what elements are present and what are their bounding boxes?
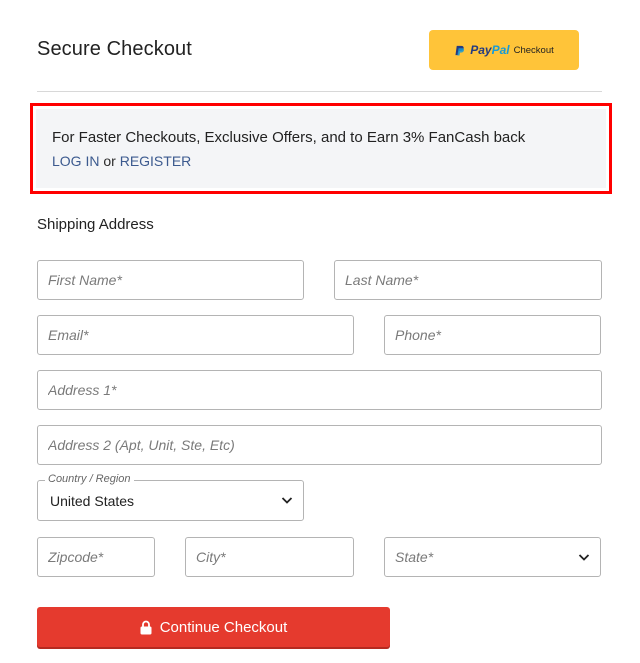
paypal-brand-pay: Pay <box>470 43 492 57</box>
paypal-logo-icon <box>455 45 465 56</box>
register-link[interactable]: REGISTER <box>120 153 192 169</box>
city-field <box>185 537 354 577</box>
zipcode-field <box>37 537 155 577</box>
chevron-down-icon <box>281 497 293 504</box>
phone-field <box>384 315 601 355</box>
country-selected-value: United States <box>50 493 135 509</box>
or-text: or <box>103 153 116 169</box>
country-select[interactable]: Country / Region United States <box>37 473 304 521</box>
last-name-input[interactable] <box>335 261 601 299</box>
continue-checkout-label: Continue Checkout <box>159 618 288 636</box>
country-label: Country / Region <box>45 473 134 485</box>
address2-input[interactable] <box>38 426 601 464</box>
lock-icon <box>140 620 152 634</box>
paypal-brand: PayPal <box>470 43 509 57</box>
promo-highlight-outline <box>30 103 612 194</box>
page-title: Secure Checkout <box>37 38 192 60</box>
email-input[interactable] <box>38 316 353 354</box>
zipcode-input[interactable] <box>38 538 154 576</box>
address1-input[interactable] <box>38 371 601 409</box>
address1-field <box>37 370 602 410</box>
city-input[interactable] <box>186 538 353 576</box>
shipping-address-heading: Shipping Address <box>37 216 154 233</box>
continue-checkout-button[interactable]: Continue Checkout <box>37 607 390 647</box>
paypal-checkout-label: Checkout <box>513 44 554 56</box>
state-select[interactable]: State* <box>384 537 601 577</box>
state-placeholder: State* <box>395 549 434 565</box>
email-field <box>37 315 354 355</box>
header-divider <box>37 91 602 92</box>
promo-message: For Faster Checkouts, Exclusive Offers, … <box>52 129 526 146</box>
promo-links: LOG IN or REGISTER <box>52 153 191 169</box>
chevron-down-icon <box>578 554 590 561</box>
first-name-input[interactable] <box>38 261 303 299</box>
phone-input[interactable] <box>385 316 600 354</box>
paypal-brand-pal: Pal <box>491 43 510 57</box>
last-name-field <box>334 260 602 300</box>
first-name-field <box>37 260 304 300</box>
address2-field <box>37 425 602 465</box>
paypal-checkout-button[interactable]: PayPal Checkout <box>429 30 579 70</box>
login-link[interactable]: LOG IN <box>52 153 99 169</box>
